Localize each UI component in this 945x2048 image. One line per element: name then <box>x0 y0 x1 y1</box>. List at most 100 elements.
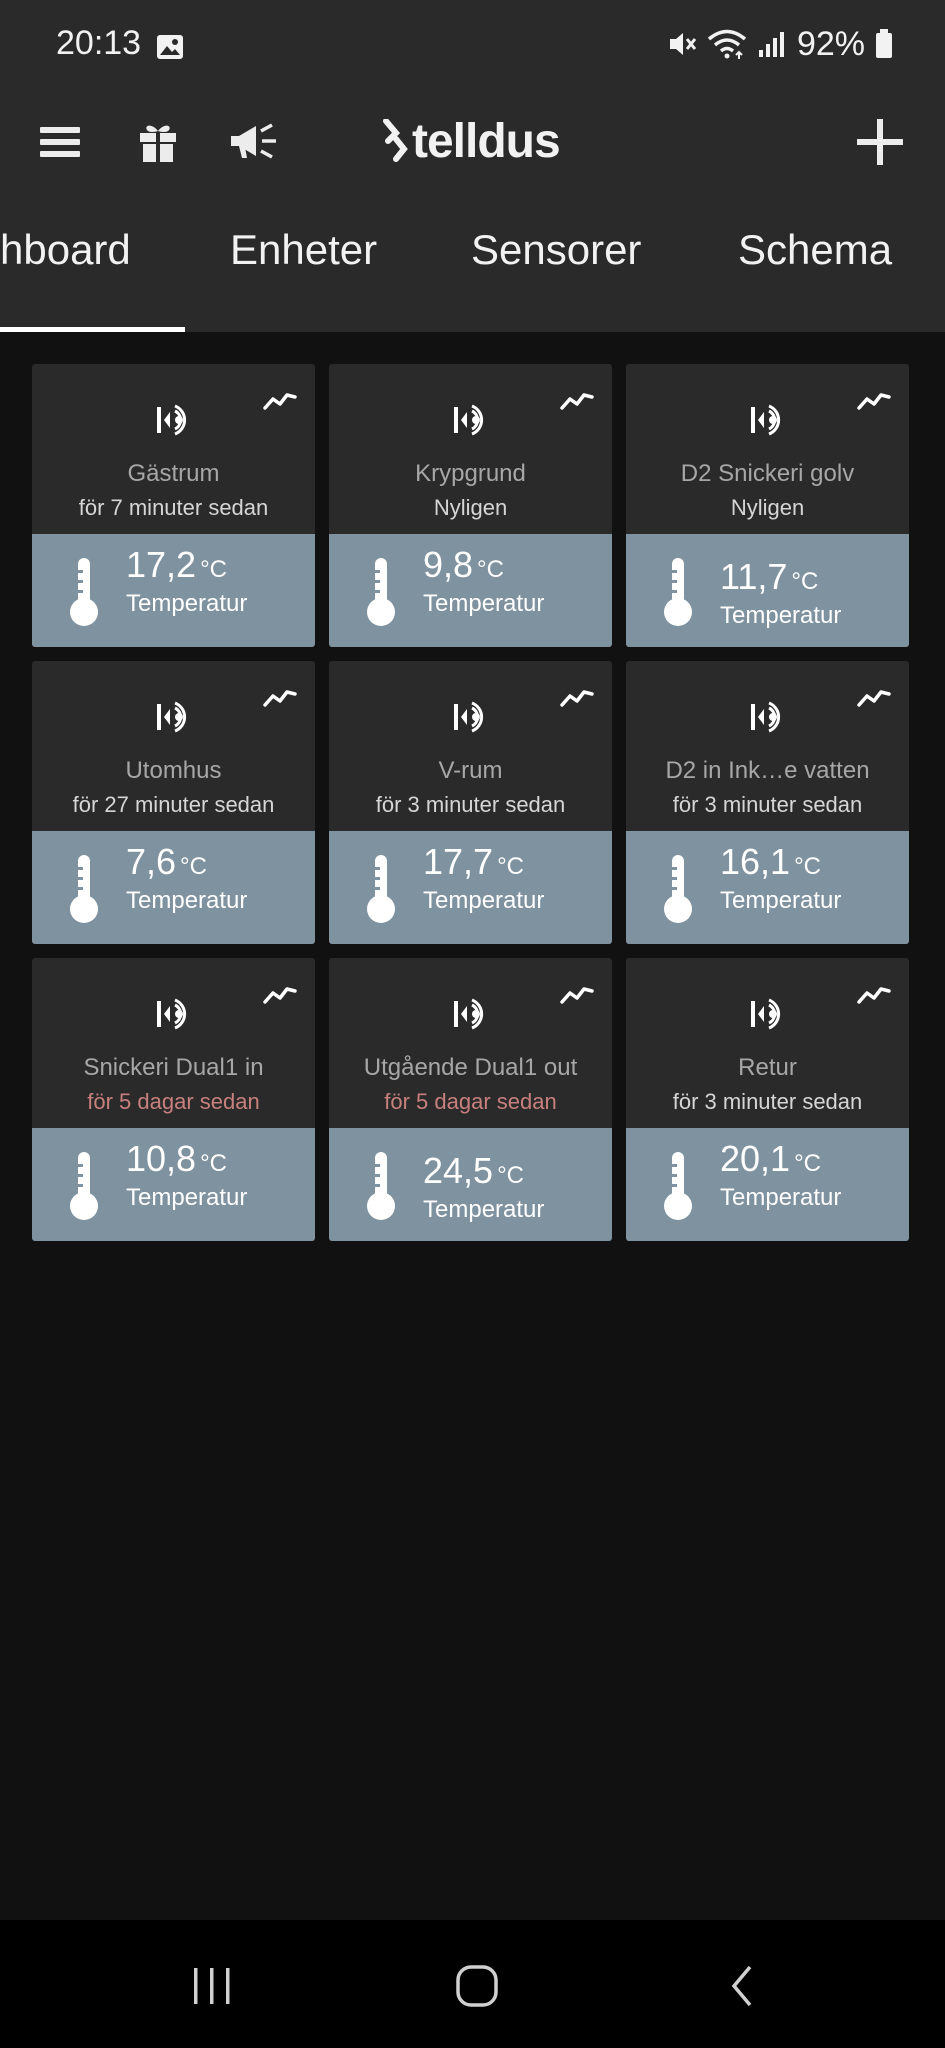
logo-text: telldus <box>412 114 561 168</box>
announcements-button[interactable] <box>226 114 282 170</box>
sensor-signal-icon <box>157 998 187 1030</box>
sensor-last-updated: för 3 minuter sedan <box>672 792 863 817</box>
history-graph-icon[interactable] <box>263 685 297 711</box>
home-button[interactable] <box>447 1958 507 2014</box>
sensor-name: Retur <box>738 1054 797 1081</box>
menu-button[interactable] <box>32 114 88 170</box>
thermometer-icon <box>664 558 692 626</box>
sensor-last-updated: för 7 minuter sedan <box>78 495 269 520</box>
temperature-value: 10,8 <box>126 1138 197 1179</box>
sensor-type-label: Temperatur <box>126 590 248 617</box>
sensor-value-panel: 17,2 °C Temperatur <box>32 534 315 647</box>
app-bar: telldus <box>0 92 945 194</box>
sensor-card[interactable]: Krypgrund Nyligen 9,8 °C Temperatur <box>329 364 612 647</box>
telldus-logo: telldus <box>382 106 561 176</box>
thermometer-icon <box>664 855 692 923</box>
sensor-card-header: Gästrum för 7 minuter sedan <box>32 364 315 534</box>
temperature-value: 24,5 <box>423 1150 494 1191</box>
back-icon <box>731 1965 752 2007</box>
sensor-card[interactable]: Retur för 3 minuter sedan 20,1 °C Temperatur <box>626 958 909 1241</box>
sensor-signal-icon <box>751 404 781 436</box>
sensor-value-panel: 17,7 °C Temperatur <box>329 831 612 944</box>
thermometer-icon <box>70 855 98 923</box>
signal-icon <box>758 32 784 57</box>
sensor-name: Snickeri Dual1 in <box>83 1054 264 1081</box>
sensor-signal-icon <box>751 701 781 733</box>
sensor-signal-icon <box>157 404 187 436</box>
home-icon <box>456 1965 498 2007</box>
history-graph-icon[interactable] <box>560 982 594 1008</box>
sensor-value-panel: 10,8 °C Temperatur <box>32 1128 315 1241</box>
thermometer-icon <box>70 1152 98 1220</box>
sensor-card-header: Retur för 3 minuter sedan <box>626 958 909 1128</box>
sensor-last-updated: Nyligen <box>730 495 805 520</box>
battery-icon <box>876 29 892 58</box>
sensor-signal-icon <box>454 404 484 436</box>
sensor-card[interactable]: D2 Snickeri golv Nyligen 11,7 °C Temperatur <box>626 364 909 647</box>
add-button[interactable] <box>852 114 908 170</box>
wifi-icon <box>707 29 747 59</box>
sensor-name: D2 Snickeri golv <box>680 460 855 487</box>
sensor-last-updated: för 3 minuter sedan <box>375 792 566 817</box>
history-graph-icon[interactable] <box>560 388 594 414</box>
sensor-type-label: Temperatur <box>423 590 545 617</box>
status-bar: 20:13 92% <box>0 0 945 92</box>
sensor-card-header: Utgående Dual1 out för 5 dagar sedan <box>329 958 612 1128</box>
tab-indicator <box>0 327 185 332</box>
sensor-card-header: D2 Snickeri golv Nyligen <box>626 364 909 534</box>
temperature-unit: °C <box>497 853 525 880</box>
sensor-card[interactable]: Utgående Dual1 out för 5 dagar sedan 24,5 °… <box>329 958 612 1241</box>
back-button[interactable] <box>712 1958 772 2014</box>
history-graph-icon[interactable] <box>560 685 594 711</box>
temperature-unit: °C <box>794 1150 822 1177</box>
tab-sensorer[interactable]: Sensorer <box>471 226 641 274</box>
sensor-value-panel: 24,5 °C Temperatur <box>329 1128 612 1241</box>
tab-enheter[interactable]: Enheter <box>230 226 377 274</box>
temperature-value: 17,2 <box>126 544 197 585</box>
sensor-card[interactable]: D2 in Ink…e vatten för 3 minuter sedan 16,… <box>626 661 909 944</box>
tab-schema[interactable]: Schema <box>738 226 892 274</box>
sensor-card[interactable]: Utomhus för 27 minuter sedan 7,6 °C Temperat… <box>32 661 315 944</box>
sensor-value-panel: 16,1 °C Temperatur <box>626 831 909 944</box>
sensor-type-label: Temperatur <box>126 887 248 914</box>
temperature-value: 11,7 <box>720 556 788 597</box>
sensor-type-label: Temperatur <box>423 1196 545 1223</box>
sensor-card[interactable]: Gästrum för 7 minuter sedan 17,2 °C Temperat… <box>32 364 315 647</box>
temperature-unit: °C <box>200 1150 228 1177</box>
tab-bar: hboard Enheter Sensorer Schema <box>0 194 945 332</box>
sensor-signal-icon <box>454 998 484 1030</box>
tab-dashboard[interactable]: hboard <box>0 226 131 274</box>
sensor-name: Krypgrund <box>415 460 526 487</box>
sensor-card-header: D2 in Ink…e vatten för 3 minuter sedan <box>626 661 909 831</box>
history-graph-icon[interactable] <box>857 982 891 1008</box>
history-graph-icon[interactable] <box>263 982 297 1008</box>
sensor-reading: 24,5 °C Temperatur <box>423 1150 544 1224</box>
sensor-value-panel: 11,7 °C Temperatur <box>626 534 909 647</box>
telldus-logo-mark <box>383 119 408 162</box>
temperature-value: 16,1 <box>720 841 791 882</box>
temperature-value: 7,6 <box>126 841 177 882</box>
sensor-reading: 7,6 °C Temperatur <box>126 841 247 915</box>
sensor-card-header: Snickeri Dual1 in för 5 dagar sedan <box>32 958 315 1128</box>
sensor-reading: 20,1 °C Temperatur <box>720 1138 841 1212</box>
sensor-reading: 10,8 °C Temperatur <box>126 1138 247 1212</box>
menu-icon <box>40 127 80 157</box>
temperature-unit: °C <box>794 853 822 880</box>
sensor-name: V-rum <box>438 757 503 784</box>
temperature-unit: °C <box>200 556 228 583</box>
sensor-type-label: Temperatur <box>126 1184 248 1211</box>
sensor-last-updated: för 5 dagar sedan <box>87 1089 260 1114</box>
sensor-card[interactable]: V-rum för 3 minuter sedan 17,7 °C Temperatur <box>329 661 612 944</box>
temperature-unit: °C <box>477 556 504 583</box>
sensor-card[interactable]: Snickeri Dual1 in för 5 dagar sedan 10,8 °C… <box>32 958 315 1241</box>
sensor-type-label: Temperatur <box>720 887 842 914</box>
recent-apps-button[interactable] <box>182 1958 242 2014</box>
gift-icon <box>140 125 176 162</box>
history-graph-icon[interactable] <box>857 685 891 711</box>
sensor-last-updated: för 27 minuter sedan <box>72 792 275 817</box>
history-graph-icon[interactable] <box>263 388 297 414</box>
gift-button[interactable] <box>130 114 186 170</box>
sensor-last-updated: för 3 minuter sedan <box>672 1089 863 1114</box>
sensor-last-updated: för 5 dagar sedan <box>384 1089 557 1114</box>
history-graph-icon[interactable] <box>857 388 891 414</box>
